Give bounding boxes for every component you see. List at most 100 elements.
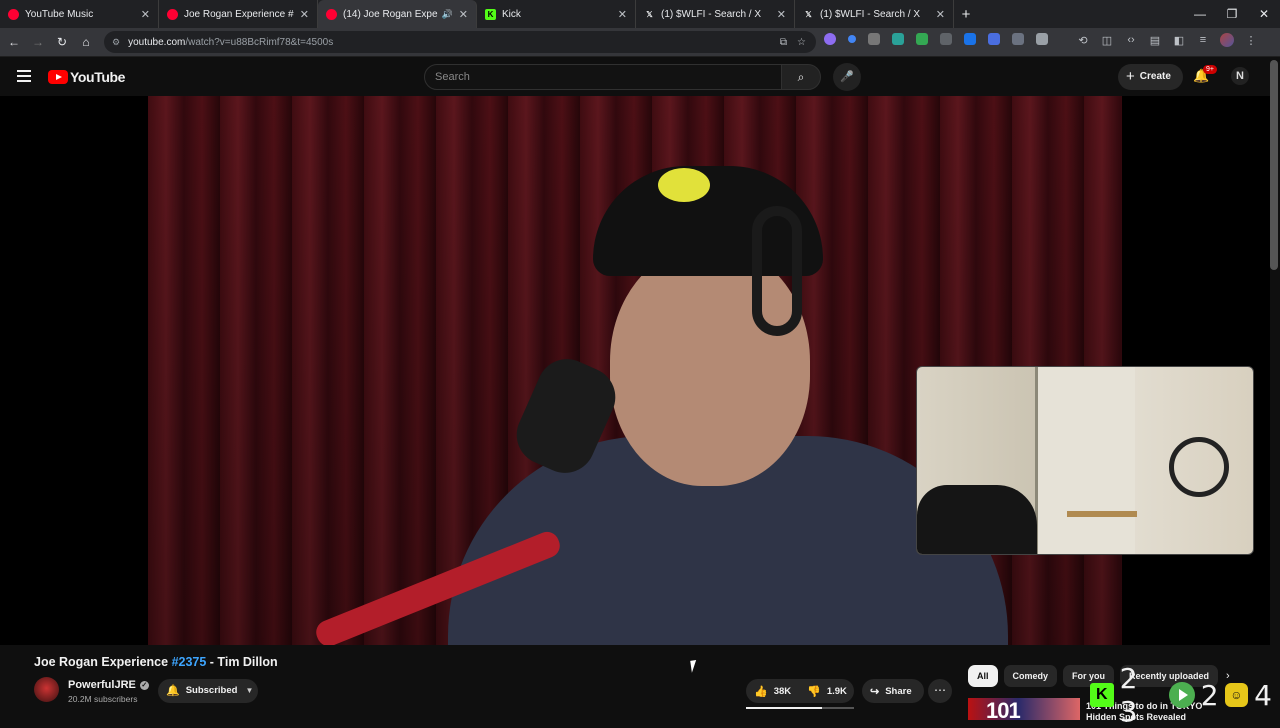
tab-jre-2375[interactable]: Joe Rogan Experience #2375 - T ✕ <box>159 0 318 28</box>
profile-avatar[interactable] <box>1220 33 1234 47</box>
speaker-icon[interactable]: 🔊 <box>442 9 453 20</box>
sidebar-icon[interactable]: ◧ <box>1172 34 1186 47</box>
webcam-door <box>1035 367 1135 554</box>
url-host: youtube.com <box>128 36 186 48</box>
minimize-icon[interactable]: — <box>1184 0 1216 28</box>
kick-icon: K <box>1090 683 1114 707</box>
tab-kick[interactable]: K Kick ✕ <box>477 0 636 28</box>
new-tab-icon[interactable]: + <box>954 6 978 23</box>
subscribed-button[interactable]: 🔔 Subscribed ▼ <box>158 679 258 703</box>
tab-title: (1) $WLFI - Search / X <box>820 8 921 20</box>
home-icon[interactable]: ⌂ <box>74 35 98 49</box>
tab-x-search-2[interactable]: 𝕏 (1) $WLFI - Search / X ✕ <box>795 0 954 28</box>
game-count: 4 <box>1254 678 1272 712</box>
close-icon[interactable]: ✕ <box>141 8 150 21</box>
screenshot-icon[interactable]: ◫ <box>1100 34 1114 47</box>
close-icon[interactable]: ✕ <box>459 8 468 21</box>
share-button[interactable]: ↪ Share <box>862 679 924 703</box>
notification-badge: 9+ <box>1203 65 1217 74</box>
browser-tab-bar: YouTube Music ✕ Joe Rogan Experience #23… <box>0 0 1280 28</box>
reading-list-icon[interactable]: ▤ <box>1148 34 1162 47</box>
url-text: youtube.com/watch?v=u88BcRimf78&t=4500s <box>128 37 780 48</box>
gamepad-icon: ☺ <box>1224 683 1249 707</box>
like-ratio-fill <box>746 707 822 709</box>
bookmark-star-icon[interactable]: ☆ <box>797 37 806 48</box>
back-icon[interactable]: ← <box>2 35 26 49</box>
tab-jre-active[interactable]: (14) Joe Rogan Experience # 🔊 ✕ <box>318 0 477 28</box>
reload-icon[interactable]: ↻ <box>50 35 74 49</box>
x-icon: 𝕏 <box>805 9 812 19</box>
hamburger-menu-icon[interactable] <box>17 70 31 82</box>
forward-icon[interactable]: → <box>26 35 50 49</box>
stream-overlay: K 2 3 2 ☺ 4 <box>1088 662 1278 728</box>
search-input[interactable]: Search <box>424 64 782 90</box>
search-button[interactable]: ⌕ <box>781 64 821 90</box>
tab-youtube-music[interactable]: YouTube Music ✕ <box>0 0 159 28</box>
youtube-wordmark: YouTube <box>70 69 126 85</box>
youtube-header: YouTube Search ⌕ 🎤 + Create 🔔 9+ N <box>0 58 1280 96</box>
cap-logo <box>658 168 710 202</box>
like-dislike-group: 👍 38K 👎 1.9K <box>746 679 854 703</box>
thumbs-up-icon: 👍 <box>754 685 768 698</box>
cast-icon[interactable]: ⧉ <box>780 37 787 48</box>
close-icon[interactable]: ✕ <box>777 8 786 21</box>
extension-icon[interactable] <box>916 33 928 45</box>
thumbnail-text: 101 <box>986 698 1021 723</box>
extension-icon[interactable] <box>988 33 1000 45</box>
devtools-icon[interactable]: ‹› <box>1124 34 1138 46</box>
site-info-icon[interactable]: ⚙ <box>112 37 120 48</box>
recommendation-thumbnail[interactable]: 101 <box>968 698 1080 723</box>
toolbar-actions: ⟲ ◫ ‹› ▤ ◧ ≡ ⋮ <box>1076 33 1268 47</box>
voice-search-button[interactable]: 🎤 <box>833 63 861 91</box>
history-icon[interactable]: ⟲ <box>1076 34 1090 47</box>
like-button[interactable]: 👍 38K <box>746 679 799 703</box>
tab-title: Kick <box>502 8 521 20</box>
close-icon[interactable]: ✕ <box>618 8 627 21</box>
extension-icon[interactable] <box>848 35 856 43</box>
close-icon[interactable]: ✕ <box>936 8 945 21</box>
kick-count: 2 3 <box>1119 662 1138 728</box>
extension-icon[interactable] <box>1012 33 1024 45</box>
x-icon: 𝕏 <box>646 9 653 19</box>
extension-icon[interactable] <box>964 33 976 45</box>
plus-icon: + <box>1126 68 1135 85</box>
bell-icon: 🔔 <box>166 685 180 697</box>
maximize-icon[interactable]: ❐ <box>1216 0 1248 28</box>
tab-title: (1) $WLFI - Search / X <box>661 8 762 20</box>
browser-toolbar: ← → ↻ ⌂ ⚙ youtube.com/watch?v=u88BcRimf7… <box>0 28 1280 57</box>
youtube-logo[interactable]: YouTube <box>48 69 125 85</box>
like-ratio-bar <box>746 707 854 709</box>
more-actions-icon[interactable]: ⋯ <box>928 679 952 703</box>
dislike-button[interactable]: 👎 1.9K <box>799 679 855 703</box>
video-hashtag-link[interactable]: #2375 <box>172 655 207 669</box>
page-scrollbar[interactable] <box>1270 60 1278 270</box>
tab-x-search-1[interactable]: 𝕏 (1) $WLFI - Search / X ✕ <box>636 0 795 28</box>
media-control-icon[interactable]: ≡ <box>1196 34 1210 46</box>
verified-icon: ✓ <box>139 680 149 690</box>
window-close-icon[interactable]: ✕ <box>1248 0 1280 28</box>
youtube-icon <box>326 8 337 20</box>
webcam-overlay <box>916 366 1254 555</box>
play-count: 2 <box>1200 678 1219 712</box>
address-bar[interactable]: ⚙ youtube.com/watch?v=u88BcRimf78&t=4500… <box>104 31 816 53</box>
extension-icon[interactable] <box>940 33 952 45</box>
extension-icon[interactable] <box>868 33 880 45</box>
account-avatar[interactable]: N <box>1231 67 1249 85</box>
chip-comedy[interactable]: Comedy <box>1003 665 1058 687</box>
tab-title: YouTube Music <box>25 8 94 20</box>
video-player[interactable] <box>0 96 1270 645</box>
extension-icon[interactable] <box>892 33 904 45</box>
url-path: /watch?v=u88BcRimf78&t=4500s <box>185 36 334 48</box>
play-icon <box>1169 682 1195 708</box>
create-button[interactable]: + Create <box>1118 64 1183 90</box>
close-icon[interactable]: ✕ <box>300 8 309 21</box>
kick-icon: K <box>485 8 496 20</box>
puzzle-icon[interactable] <box>1036 33 1048 45</box>
extension-icon[interactable] <box>824 33 836 45</box>
channel-avatar[interactable] <box>34 677 59 702</box>
kebab-menu-icon[interactable]: ⋮ <box>1244 34 1258 47</box>
channel-name[interactable]: PowerfulJRE ✓ <box>68 679 149 691</box>
video-title: Joe Rogan Experience #2375 - Tim Dillon <box>34 655 278 669</box>
channel-name-text[interactable]: PowerfulJRE <box>68 679 136 691</box>
chip-all[interactable]: All <box>968 665 998 687</box>
